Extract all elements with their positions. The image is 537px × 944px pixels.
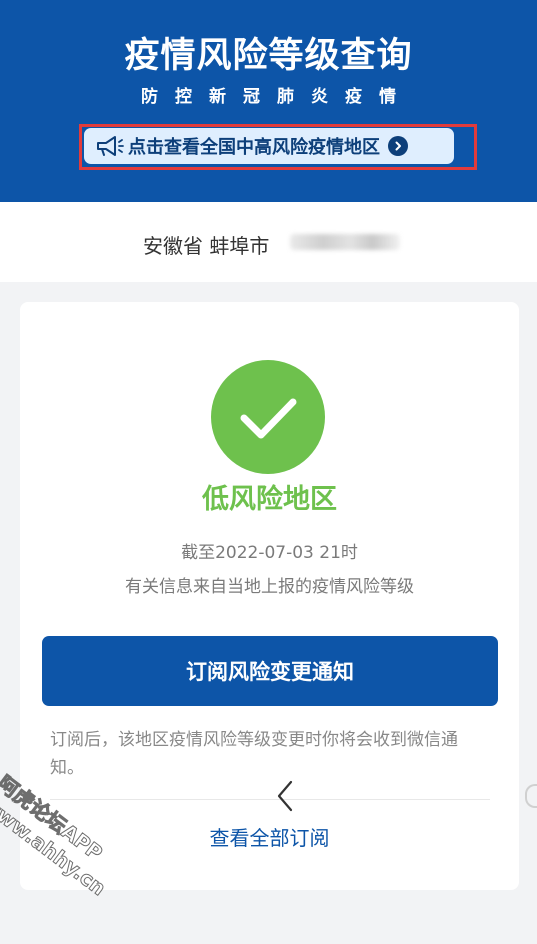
risk-result-card: 低风险地区 截至2022-07-03 21时 有关信息来自当地上报的疫情风险等级… — [20, 302, 519, 890]
location-bar[interactable]: 安徽省 蚌埠市 — [0, 202, 537, 282]
header-banner: 疫情风险等级查询 防控新冠肺炎疫情 点击查看全国中高风险疫情地区 — [0, 0, 537, 202]
data-source-note: 有关信息来自当地上报的疫情风险等级 — [125, 577, 414, 597]
subscribe-note: 订阅后，该地区疫情风险等级变更时你将会收到微信通知。 — [50, 730, 458, 778]
location-text: 安徽省 蚌埠市 — [143, 234, 270, 258]
check-icon — [211, 360, 325, 474]
as-of-time: 截至2022-07-03 21时 — [181, 543, 358, 563]
redacted-district — [290, 234, 400, 250]
highlight-outline — [79, 124, 477, 170]
subscribe-button[interactable]: 订阅风险变更通知 — [42, 636, 498, 706]
back-arrow-icon[interactable] — [274, 779, 296, 813]
edge-handle[interactable] — [525, 784, 537, 808]
page-subtitle: 防控新冠肺炎疫情 — [141, 87, 413, 107]
divider — [50, 799, 490, 800]
risk-level-label: 低风险地区 — [202, 484, 337, 515]
page-title: 疫情风险等级查询 — [124, 36, 413, 76]
